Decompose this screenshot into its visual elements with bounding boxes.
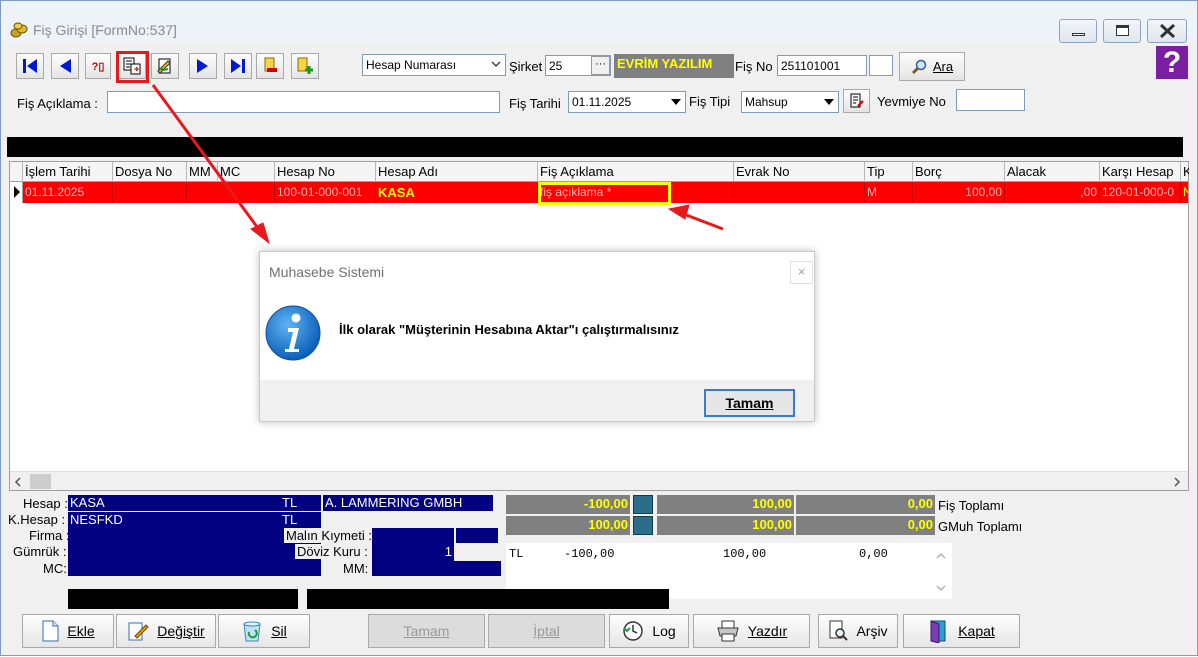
form-window: Fiş Girişi [FormNo:537] ?▯ Hesap Numaras… xyxy=(0,0,1198,656)
annotation-arrows xyxy=(151,84,724,245)
